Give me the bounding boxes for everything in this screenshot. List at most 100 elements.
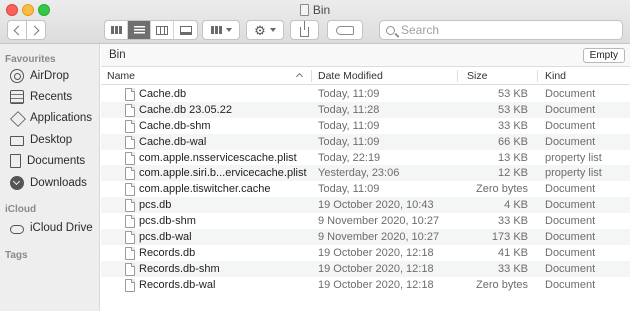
file-date-modified: 19 October 2020, 12:18 [318,262,434,275]
file-date-modified: Today, 11:09 [318,88,380,100]
file-kind: property list [545,167,602,180]
file-date-modified: Today, 11:09 [318,119,380,132]
file-size: 13 KB [498,151,528,164]
document-icon [125,88,135,101]
recents-icon [10,90,24,104]
gear-icon: ⚙ [254,22,266,38]
column-divider[interactable] [457,70,458,82]
chevron-down-icon [225,28,232,32]
gallery-icon [179,25,192,35]
tags-button[interactable] [327,20,363,40]
column-header-size[interactable]: Size [467,70,487,82]
forward-button[interactable] [26,20,46,40]
column-divider[interactable] [311,70,312,82]
file-name: com.apple.siri.b...ervicecache.plist [139,167,307,180]
sidebar-item-applications[interactable]: Applications [10,108,92,128]
search-placeholder: Search [401,23,440,37]
back-button[interactable] [7,20,27,40]
document-icon [125,167,135,181]
file-date-modified: Today, 11:09 [318,135,380,148]
file-name: Cache.db-wal [139,135,207,148]
sidebar-item-icloud-drive[interactable]: iCloud Drive [10,218,93,238]
file-size: Zero bytes [476,278,528,291]
file-kind: property list [545,151,602,164]
file-size: 53 KB [498,88,528,100]
column-divider[interactable] [537,70,538,82]
file-name: Records.db-wal [139,278,216,291]
file-row[interactable]: com.apple.tiswitcher.cache Today, 11:09 Ze… [101,181,630,197]
file-kind: Document [545,231,596,244]
file-kind: Document [545,88,596,100]
column-header-kind[interactable]: Kind [545,70,566,82]
file-name: Cache.db [139,88,187,100]
sidebar-item-documents[interactable]: Documents [10,151,85,171]
list-view-button[interactable] [128,21,151,39]
file-row[interactable]: com.apple.siri.b...ervicecache.plist Yest… [101,165,630,182]
chevron-left-icon [13,25,24,35]
file-size: 4 KB [504,199,528,212]
file-list: Cache.db Today, 11:09 53 KB Document Cache.d… [101,86,630,293]
column-header-date[interactable]: Date Modified [318,70,383,82]
file-row[interactable]: Records.db-wal 19 October 2020, 12:18 Zero… [101,277,630,293]
document-icon [125,135,135,149]
sidebar-item-label: Desktop [30,134,73,146]
sidebar-item-label: Applications [30,112,93,124]
file-name: Cache.db 23.05.22 [139,103,232,116]
sort-ascending-icon [295,72,304,81]
file-row[interactable]: pcs.db-shm 9 November 2020, 10:27 33 KB Doc… [101,213,630,229]
tag-icon [336,25,354,35]
file-kind: Document [545,135,596,148]
sidebar-item-label: Recents [30,91,73,103]
file-row[interactable]: Cache.db Today, 11:09 53 KB Document [101,86,630,102]
file-size: Zero bytes [476,183,528,196]
list-icon [133,25,145,35]
file-kind: Document [545,103,596,116]
file-row[interactable]: Cache.db-wal Today, 11:09 66 KB Document [101,133,630,150]
file-name: com.apple.nsservicescache.plist [139,151,297,164]
search-input[interactable]: Search [379,20,623,40]
gallery-view-button[interactable] [174,21,197,39]
sidebar-item-recents[interactable]: Recents [10,87,72,107]
file-kind: Document [545,215,596,228]
window-title: Bin [0,3,630,17]
column-view-button[interactable] [151,21,174,39]
applications-icon [10,111,24,125]
bin-icon [299,4,309,16]
file-kind: Document [545,183,596,196]
file-date-modified: 19 October 2020, 10:43 [318,199,434,212]
file-kind: Document [545,199,596,212]
sidebar-item-desktop[interactable]: Desktop [10,130,72,150]
file-date-modified: Today, 11:28 [318,103,380,116]
file-row[interactable]: Records.db-shm 19 October 2020, 12:18 33 K… [101,260,630,277]
file-kind: Document [545,119,596,132]
icon-view-button[interactable] [105,21,128,39]
file-date-modified: Yesterday, 23:06 [318,167,400,180]
file-row[interactable]: com.apple.nsservicescache.plist Today, 22… [101,150,630,166]
file-row[interactable]: pcs.db-wal 9 November 2020, 10:27 173 KB Do… [101,229,630,245]
file-name: pcs.db-wal [139,231,192,244]
file-name: pcs.db-shm [139,215,196,228]
file-row[interactable]: Cache.db-shm Today, 11:09 33 KB Document [101,118,630,134]
document-icon [125,246,135,260]
file-kind: Document [545,278,596,291]
document-icon [125,199,135,213]
sidebar-item-downloads[interactable]: Downloads [10,173,87,193]
file-row[interactable]: pcs.db 19 October 2020, 10:43 4 KB Document [101,197,630,214]
bin-header: Bin Empty [101,44,630,67]
file-size: 33 KB [498,119,528,132]
document-icon [125,231,135,245]
column-header-name[interactable]: Name [107,70,135,82]
favourites-heading: Favourites [5,54,56,65]
group-by-button[interactable] [202,20,240,40]
cloud-icon [10,225,24,234]
icloud-heading: iCloud [5,204,37,215]
action-button[interactable]: ⚙ [246,20,284,40]
file-browser: Bin Empty Name Date Modified Size Kind C… [101,44,630,311]
file-name: Cache.db-shm [139,119,211,132]
file-size: 66 KB [498,135,528,148]
file-row[interactable]: Cache.db 23.05.22 Today, 11:28 53 KB Docume… [101,101,630,118]
empty-bin-button[interactable]: Empty [582,48,625,63]
sidebar-item-airdrop[interactable]: AirDrop [10,66,69,86]
file-row[interactable]: Records.db 19 October 2020, 12:18 41 KB Doc… [101,245,630,261]
share-button[interactable] [290,20,319,40]
